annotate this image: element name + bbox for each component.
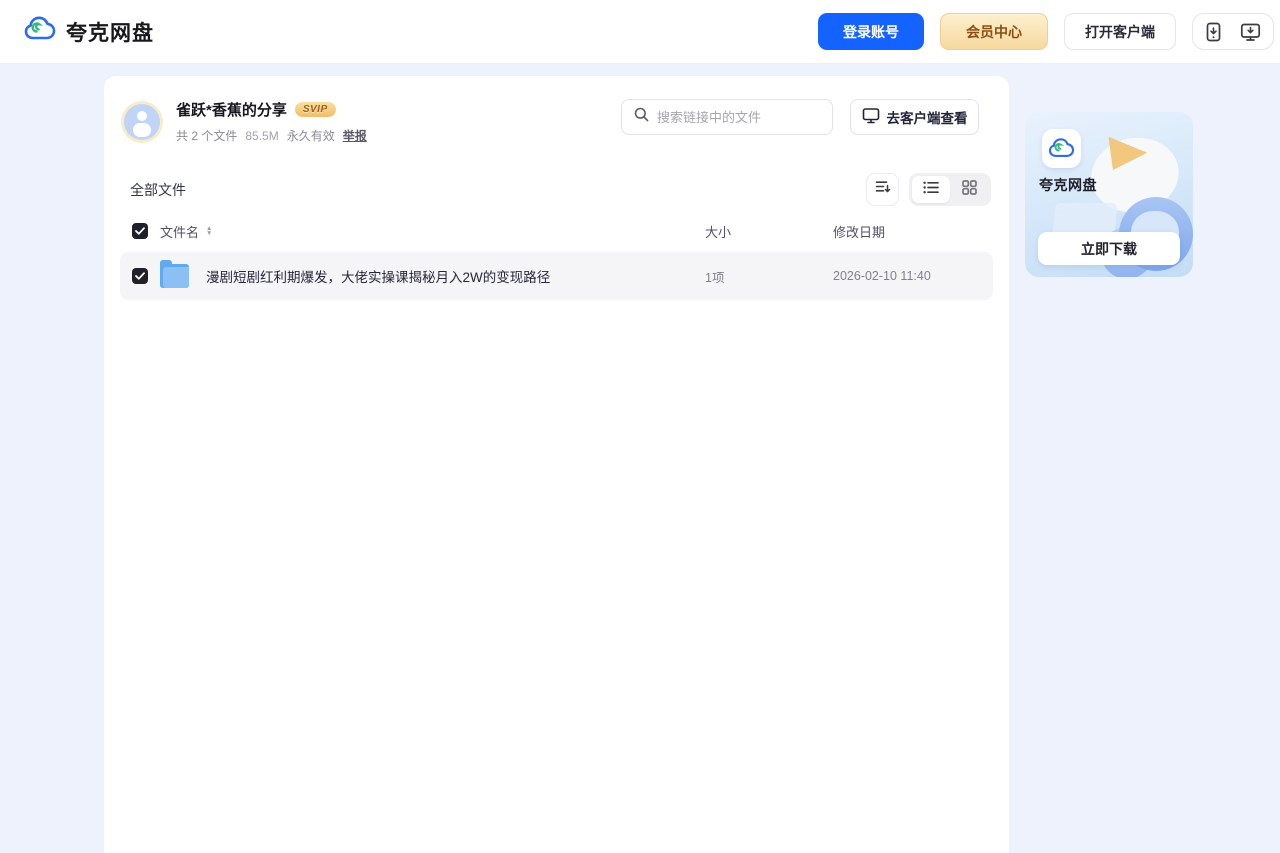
monitor-icon bbox=[862, 107, 880, 127]
promo-app-name: 夸克网盘 bbox=[1039, 175, 1097, 195]
file-size: 1项 bbox=[705, 267, 833, 286]
file-table-header: 文件名 ▲▼ 大小 修改日期 bbox=[120, 214, 993, 248]
folder-icon bbox=[160, 264, 189, 288]
view-in-client-button[interactable]: 去客户端查看 bbox=[850, 99, 979, 135]
avatar bbox=[124, 104, 160, 140]
brand[interactable]: 夸克网盘 bbox=[24, 15, 154, 48]
file-row[interactable]: 漫剧短剧红利期爆发，大佬实操课揭秘月入2W的变现路径 1项 2026-02-10… bbox=[120, 252, 993, 300]
app-promo-card[interactable]: 夸克网盘 立即下载 bbox=[1025, 112, 1193, 277]
column-size[interactable]: 大小 bbox=[705, 222, 833, 241]
monitor-download-icon[interactable] bbox=[1240, 22, 1261, 42]
top-actions: 登录账号 会员中心 打开客户端 bbox=[818, 13, 1274, 50]
column-name[interactable]: 文件名 bbox=[160, 222, 199, 241]
report-link[interactable]: 举报 bbox=[343, 127, 367, 144]
download-apps-group bbox=[1192, 13, 1274, 50]
phone-download-icon[interactable] bbox=[1205, 22, 1222, 42]
svip-badge: SVIP bbox=[295, 102, 336, 117]
app-icon bbox=[1042, 129, 1081, 168]
total-size: 85.5M bbox=[245, 129, 278, 143]
sort-carets-icon[interactable]: ▲▼ bbox=[206, 226, 212, 236]
validity: 永久有效 bbox=[287, 127, 335, 144]
top-header: 夸克网盘 登录账号 会员中心 打开客户端 bbox=[0, 0, 1280, 64]
share-panel: 雀跃*香蕉的分享 SVIP 共 2 个文件 85.5M 永久有效 举报 bbox=[104, 76, 1009, 853]
files-section-bar: 全部文件 bbox=[120, 173, 993, 206]
search-icon bbox=[634, 107, 649, 127]
view-mode-toggle bbox=[909, 173, 991, 206]
file-date: 2026-02-10 11:40 bbox=[833, 269, 993, 283]
page-content: 雀跃*香蕉的分享 SVIP 共 2 个文件 85.5M 永久有效 举报 bbox=[104, 76, 1193, 853]
select-all-checkbox[interactable] bbox=[132, 223, 148, 239]
quark-cloud-logo-icon bbox=[24, 15, 56, 48]
list-view-button[interactable] bbox=[912, 176, 950, 203]
share-title: 雀跃*香蕉的分享 bbox=[176, 99, 287, 120]
vip-center-button[interactable]: 会员中心 bbox=[940, 13, 1048, 50]
column-date[interactable]: 修改日期 bbox=[833, 222, 993, 241]
list-view-icon bbox=[923, 181, 939, 199]
files-section-title: 全部文件 bbox=[130, 180, 186, 200]
open-client-button[interactable]: 打开客户端 bbox=[1064, 13, 1176, 50]
share-meta: 共 2 个文件 85.5M 永久有效 举报 bbox=[176, 127, 367, 144]
view-in-client-label: 去客户端查看 bbox=[887, 107, 968, 127]
download-now-button[interactable]: 立即下载 bbox=[1038, 232, 1180, 265]
share-header: 雀跃*香蕉的分享 SVIP 共 2 个文件 85.5M 永久有效 举报 bbox=[120, 99, 993, 144]
grid-view-button[interactable] bbox=[950, 176, 988, 203]
grid-view-icon bbox=[962, 180, 977, 200]
sort-icon bbox=[875, 180, 891, 199]
brand-name: 夸克网盘 bbox=[66, 17, 154, 47]
search-box[interactable] bbox=[621, 99, 833, 135]
login-button[interactable]: 登录账号 bbox=[818, 13, 924, 50]
file-count: 共 2 个文件 bbox=[176, 127, 237, 144]
file-name[interactable]: 漫剧短剧红利期爆发，大佬实操课揭秘月入2W的变现路径 bbox=[206, 266, 550, 286]
sort-button[interactable] bbox=[866, 173, 899, 206]
search-input[interactable] bbox=[657, 110, 820, 125]
row-checkbox[interactable] bbox=[132, 268, 148, 284]
